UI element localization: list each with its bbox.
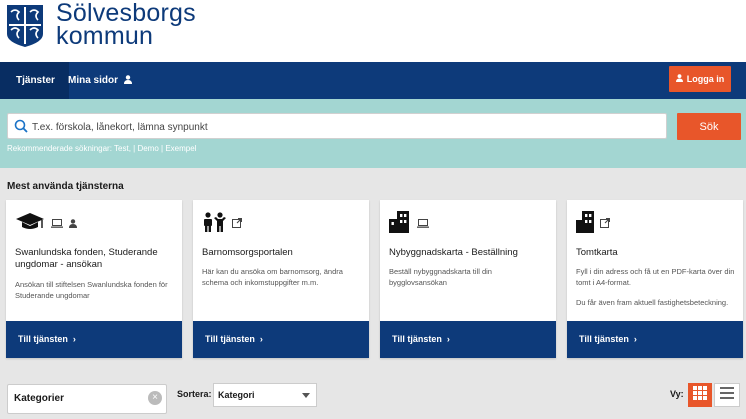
card-icons	[389, 210, 429, 238]
card-icons	[576, 210, 611, 238]
card-cta-button[interactable]: Till tjänsten ›	[6, 321, 182, 358]
card-description: Här kan du ansöka om barnomsorg, ändra s…	[202, 267, 343, 287]
grid-icon	[693, 385, 707, 405]
sort-select[interactable]: Kategori	[213, 383, 317, 407]
main-nav: Tjänster Mina sidor	[0, 62, 746, 99]
card-cta-button[interactable]: Till tjänsten ›	[380, 321, 556, 358]
search-button[interactable]: Sök	[677, 113, 741, 140]
close-icon[interactable]: ×	[148, 391, 162, 405]
external-link-icon	[600, 215, 611, 233]
logo-icon[interactable]	[6, 4, 44, 48]
search-section: Sök Rekommenderade sökningar: Test, | De…	[0, 99, 746, 168]
section-title: Mest använda tjänsterna	[7, 181, 124, 192]
card-cta-label: Till tjänsten	[579, 334, 629, 344]
card-cta-label: Till tjänsten	[18, 334, 68, 344]
chevron-down-icon	[302, 393, 310, 398]
view-label: Vy:	[670, 389, 684, 399]
person-icon	[69, 215, 77, 233]
card-description: Fyll i din adress och få ut en PDF-karta…	[576, 267, 735, 287]
chevron-right-icon: ›	[259, 334, 263, 344]
sort-label: Sortera:	[177, 389, 212, 399]
search-input[interactable]	[32, 117, 662, 137]
service-card[interactable]: Swanlundska fonden, Studerande ungdomar …	[6, 200, 182, 358]
card-cta-label: Till tjänsten	[205, 334, 255, 344]
nav-tab-label: Mina sidor	[68, 75, 119, 86]
user-icon	[123, 63, 132, 100]
computer-icon	[417, 215, 429, 233]
service-card[interactable]: Nybyggnadskarta - Beställning Beställ ny…	[380, 200, 556, 358]
service-card[interactable]: Barnomsorgsportalen Här kan du ansöka om…	[193, 200, 369, 358]
card-title: Swanlundska fonden, Studerande ungdomar …	[15, 247, 158, 270]
graduation-cap-icon	[15, 212, 45, 237]
chevron-right-icon: ›	[72, 334, 76, 344]
card-cta-label: Till tjänsten	[392, 334, 442, 344]
buildings-icon	[389, 210, 411, 238]
recommended-searches: Rekommenderade sökningar: Test, | Demo |…	[7, 144, 197, 153]
user-icon	[675, 74, 683, 84]
categories-filter[interactable]: Kategorier ×	[7, 384, 167, 414]
nav-tab-mina-sidor[interactable]: Mina sidor	[68, 62, 132, 99]
brand-name[interactable]: Sölvesborgs kommun	[56, 1, 196, 50]
computer-icon	[51, 215, 63, 233]
card-cta-button[interactable]: Till tjänsten ›	[193, 321, 369, 358]
chevron-right-icon: ›	[633, 334, 637, 344]
recommended-link-test[interactable]: Test	[114, 144, 129, 153]
card-description-extra: Du får även fram aktuell fastighetsbetec…	[576, 298, 729, 307]
card-title: Nybyggnadskarta - Beställning	[389, 247, 518, 258]
brand-line-2: kommun	[56, 22, 154, 50]
recommended-link-demo[interactable]: Demo	[137, 144, 158, 153]
card-icons	[202, 211, 243, 237]
list-icon	[720, 386, 734, 404]
grid-view-button[interactable]	[688, 383, 712, 407]
login-label: Logga in	[686, 74, 725, 84]
card-title: Tomtkarta	[576, 247, 618, 258]
search-box	[7, 113, 667, 139]
external-link-icon	[232, 215, 243, 233]
login-button[interactable]: Logga in	[669, 66, 731, 92]
card-title: Barnomsorgsportalen	[202, 247, 293, 258]
nav-tab-tjanster[interactable]: Tjänster	[0, 62, 69, 99]
recommended-link-exempel[interactable]: Exempel	[165, 144, 196, 153]
search-icon	[14, 119, 28, 138]
categories-label: Kategorier	[14, 393, 65, 404]
card-description: Ansökan till stiftelsen Swanlundska fond…	[15, 280, 168, 300]
site-header: Sölvesborgs kommun	[0, 0, 746, 62]
children-icon	[202, 211, 226, 237]
building-icon	[576, 210, 594, 238]
recommended-label: Rekommenderade sökningar:	[7, 144, 112, 153]
card-icons	[15, 212, 77, 237]
card-cta-button[interactable]: Till tjänsten ›	[567, 321, 743, 358]
list-view-button[interactable]	[714, 383, 740, 407]
chevron-right-icon: ›	[446, 334, 450, 344]
card-description: Beställ nybyggnadskarta till din bygglov…	[389, 267, 492, 287]
sort-value: Kategori	[218, 390, 255, 400]
service-card[interactable]: Tomtkarta Fyll i din adress och få ut en…	[567, 200, 743, 358]
